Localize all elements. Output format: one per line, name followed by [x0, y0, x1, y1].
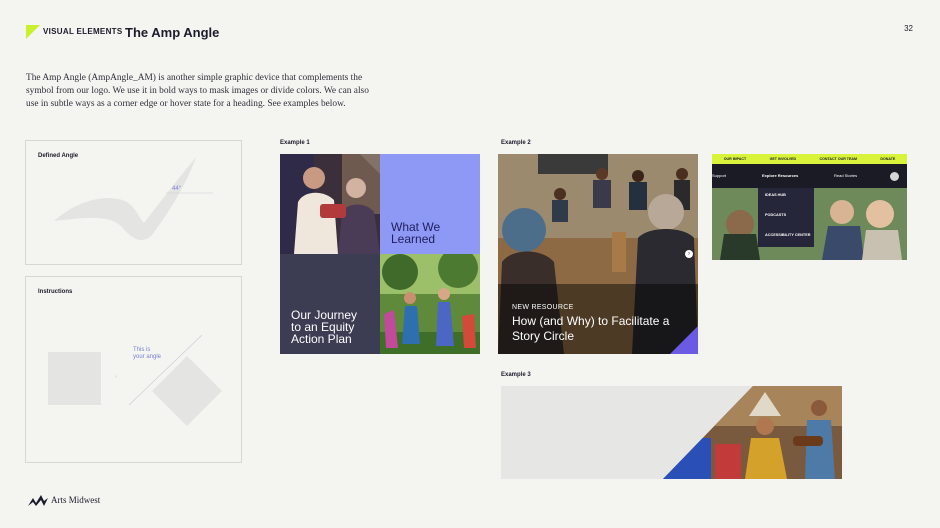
- angle-note-line2: your angle: [133, 354, 162, 360]
- example3-angled-banner: [501, 386, 842, 479]
- arts-midwest-logo: Arts Midwest: [28, 494, 100, 506]
- photo-dancers-image: [380, 254, 480, 354]
- search-icon[interactable]: [890, 172, 899, 181]
- nav-hover-example: OUR IMPACT GET INVOLVED CONTACT OUR TEAM…: [712, 154, 907, 260]
- tile-what-we-learned[interactable]: What We Learned: [380, 154, 480, 254]
- arrow-glyph: ›: [115, 374, 117, 380]
- example1-tile-grid: What We Learned Our Journey to an Equity…: [280, 154, 480, 354]
- powwow-banner-image: [663, 386, 842, 479]
- utility-nav: OUR IMPACT GET INVOLVED CONTACT OUR TEAM…: [712, 154, 907, 164]
- menu-item-accessibility-center[interactable]: ACCESSIBILITY CENTER: [765, 233, 811, 237]
- example2-label: Example 2: [501, 140, 531, 146]
- nav-support[interactable]: Support: [712, 173, 726, 178]
- menu-item-ideas-hub[interactable]: IDEAS HUB: [765, 193, 786, 197]
- nav-explore-resources[interactable]: Explore Resources: [762, 173, 798, 178]
- example1-label: Example 1: [280, 140, 310, 146]
- rotated-square-shape: [152, 356, 222, 426]
- example2-hero-card[interactable]: NEW RESOURCE How (and Why) to Facilitate…: [498, 154, 698, 354]
- nav-our-impact[interactable]: OUR IMPACT: [724, 157, 747, 161]
- menu-item-podcasts[interactable]: PODCASTS: [765, 213, 786, 217]
- nav-get-involved[interactable]: GET INVOLVED: [770, 157, 797, 161]
- defined-angle-panel: Defined Angle 44°: [25, 140, 242, 265]
- section-label: VISUAL ELEMENTS: [43, 27, 123, 36]
- photo-elders-image: [280, 154, 380, 254]
- instructions-panel: Instructions › This is your angle: [25, 276, 242, 463]
- nav-contact-our-team[interactable]: CONTACT OUR TEAM: [820, 157, 857, 161]
- nav-donate[interactable]: DONATE: [880, 157, 895, 161]
- page-title: The Amp Angle: [125, 25, 220, 40]
- tile-heading: What We Learned: [391, 220, 441, 246]
- tile-heading: Our Journey to an Equity Action Plan: [291, 308, 358, 346]
- hero-title[interactable]: How (and Why) to Facilitate a Story Circ…: [512, 314, 688, 343]
- amp-angle-diagram: 44°: [54, 157, 213, 241]
- amp-angle-shape: [54, 157, 196, 241]
- angle-note-line1: This is: [133, 347, 150, 353]
- dropdown-menu: IDEAS HUB PODCASTS ACCESSIBILITY CENTER: [758, 188, 814, 247]
- intro-paragraph: The Amp Angle (AmpAngle_AM) is another s…: [26, 73, 369, 109]
- instructions-diagram: › This is your angle: [48, 334, 222, 426]
- page-number: 32: [904, 24, 913, 33]
- tile-our-journey[interactable]: Our Journey to an Equity Action Plan: [280, 254, 380, 354]
- photo-tile-dancers[interactable]: [380, 254, 480, 354]
- logo-text: Arts Midwest: [51, 495, 101, 505]
- amp-angle-icon: [26, 25, 40, 39]
- angle-value: 44°: [172, 186, 182, 192]
- section-tag: VISUAL ELEMENTS: [26, 25, 122, 39]
- nav-read-stories[interactable]: Read Stories: [834, 173, 857, 178]
- next-arrow-icon[interactable]: ›: [685, 250, 693, 258]
- logo-mark-icon: [28, 495, 48, 506]
- square-shape: [48, 352, 101, 405]
- photo-tile-elders[interactable]: [280, 154, 380, 254]
- hero-kicker: NEW RESOURCE: [512, 304, 574, 311]
- example3-label: Example 3: [501, 372, 531, 378]
- primary-nav: Support Explore Resources Read Stories: [712, 164, 907, 188]
